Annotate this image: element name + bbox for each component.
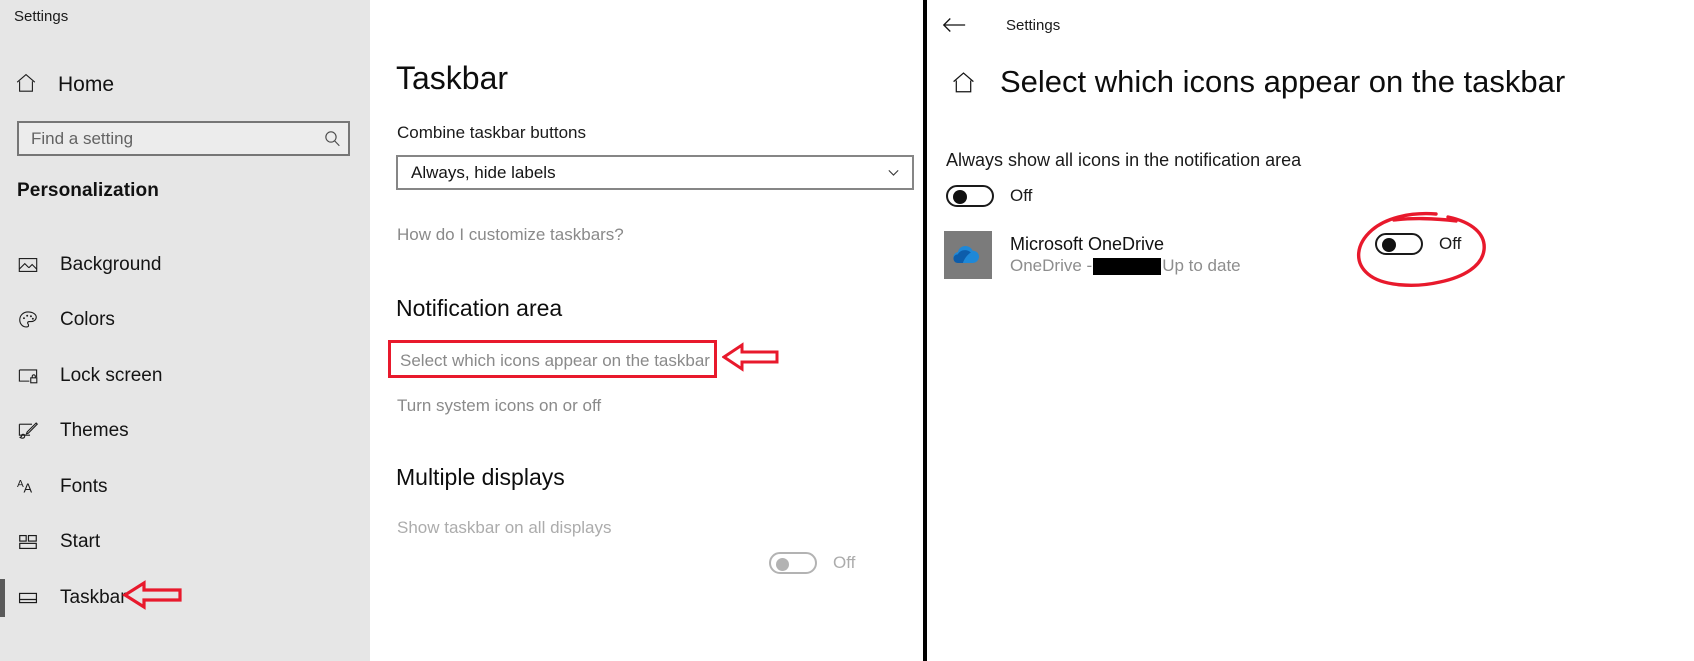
back-arrow-icon[interactable] <box>937 16 971 34</box>
always-show-all-icons-toggle[interactable]: Off <box>946 185 1032 207</box>
combine-taskbar-buttons-label: Combine taskbar buttons <box>397 123 586 142</box>
right-panel-topbar-label: Settings <box>1006 16 1061 34</box>
taskbar-icon <box>17 587 47 609</box>
multiple-displays-header: Multiple displays <box>396 464 565 490</box>
right-panel-title: Select which icons appear on the taskbar <box>1000 64 1566 99</box>
toggle-knob <box>1382 238 1396 252</box>
right-panel-topbar: Settings <box>937 10 1060 40</box>
app-name: Microsoft OneDrive <box>1010 234 1165 254</box>
sidebar-item-fonts-label: Fonts <box>60 475 108 497</box>
combine-taskbar-buttons-value: Always, hide labels <box>411 162 556 182</box>
right-panel-title-row: Select which icons appear on the taskbar <box>943 64 1565 100</box>
show-taskbar-all-displays-state: Off <box>833 553 856 572</box>
show-taskbar-all-displays-toggle[interactable]: Off <box>769 552 855 574</box>
start-icon <box>17 531 47 553</box>
always-show-all-icons-label: Always show all icons in the notificatio… <box>946 150 1302 170</box>
always-show-all-icons-state: Off <box>1010 186 1033 205</box>
app-title: Settings <box>14 8 69 25</box>
fonts-icon: A A <box>17 475 47 499</box>
show-taskbar-all-displays-label: Show taskbar on all displays <box>397 518 612 537</box>
list-item: Microsoft OneDrive OneDrive - Up to date <box>944 231 1241 279</box>
sidebar-item-home-label: Home <box>58 73 115 96</box>
notification-area-header: Notification area <box>396 295 563 321</box>
sidebar-item-start[interactable]: Start <box>0 515 370 571</box>
sidebar-item-colors[interactable]: Colors <box>0 293 370 349</box>
image-icon <box>17 254 47 276</box>
toggle-knob <box>776 558 789 571</box>
customize-taskbars-help-link[interactable]: How do I customize taskbars? <box>397 225 624 245</box>
sidebar-item-fonts[interactable]: A A Fonts <box>0 459 370 515</box>
toggle-switch[interactable] <box>769 552 817 574</box>
sidebar-item-taskbar[interactable]: Taskbar <box>0 570 370 626</box>
sidebar: Settings Home Personalization <box>0 0 370 661</box>
sidebar-group-header: Personalization <box>17 180 159 201</box>
sidebar-item-background-label: Background <box>60 253 162 275</box>
app-text-block: Microsoft OneDrive OneDrive - Up to date <box>1010 233 1241 277</box>
sidebar-item-lock-screen[interactable]: Lock screen <box>0 348 370 404</box>
app-status: OneDrive - Up to date <box>1010 255 1241 277</box>
page-title: Taskbar <box>396 60 509 96</box>
turn-system-icons-link[interactable]: Turn system icons on or off <box>397 396 601 416</box>
sidebar-item-lock-screen-label: Lock screen <box>60 364 163 386</box>
combine-taskbar-buttons-select[interactable]: Always, hide labels <box>396 155 914 190</box>
redaction-bar <box>1093 257 1162 275</box>
main-panel: Taskbar Combine taskbar buttons Always, … <box>370 0 923 661</box>
settings-window: Settings Home Personalization <box>0 0 1694 661</box>
sidebar-item-start-label: Start <box>60 531 101 553</box>
home-icon[interactable] <box>943 69 983 96</box>
toggle-knob <box>953 190 967 204</box>
onedrive-toggle[interactable]: Off <box>1375 233 1461 255</box>
sidebar-nav-list: Background Colors Lock screen Themes A A… <box>0 237 370 626</box>
lock-screen-icon <box>17 365 47 387</box>
sidebar-item-taskbar-label: Taskbar <box>60 586 127 608</box>
sidebar-item-colors-label: Colors <box>60 309 115 331</box>
search-box[interactable] <box>17 121 350 156</box>
right-panel: Settings Select which icons appear on th… <box>927 0 1694 661</box>
brush-icon <box>17 420 47 442</box>
sidebar-item-home[interactable]: Home <box>14 68 114 102</box>
sidebar-item-themes-label: Themes <box>60 420 129 442</box>
app-status-suffix: Up to date <box>1162 256 1241 275</box>
palette-icon <box>17 309 47 331</box>
home-icon <box>14 71 48 100</box>
search-icon[interactable] <box>316 129 348 148</box>
onedrive-cloud-icon <box>944 231 992 279</box>
select-which-icons-link[interactable]: Select which icons appear on the taskbar <box>400 351 710 371</box>
toggle-switch[interactable] <box>946 185 994 207</box>
onedrive-toggle-state: Off <box>1439 234 1462 253</box>
toggle-switch[interactable] <box>1375 233 1423 255</box>
app-status-prefix: OneDrive - <box>1010 256 1093 275</box>
search-input[interactable] <box>19 128 316 149</box>
sidebar-item-themes[interactable]: Themes <box>0 404 370 460</box>
sidebar-item-background[interactable]: Background <box>0 237 370 293</box>
chevron-down-icon[interactable] <box>885 164 902 181</box>
select-icons-link-highlight[interactable]: Select which icons appear on the taskbar <box>388 340 717 378</box>
svg-text:A: A <box>23 480 32 495</box>
